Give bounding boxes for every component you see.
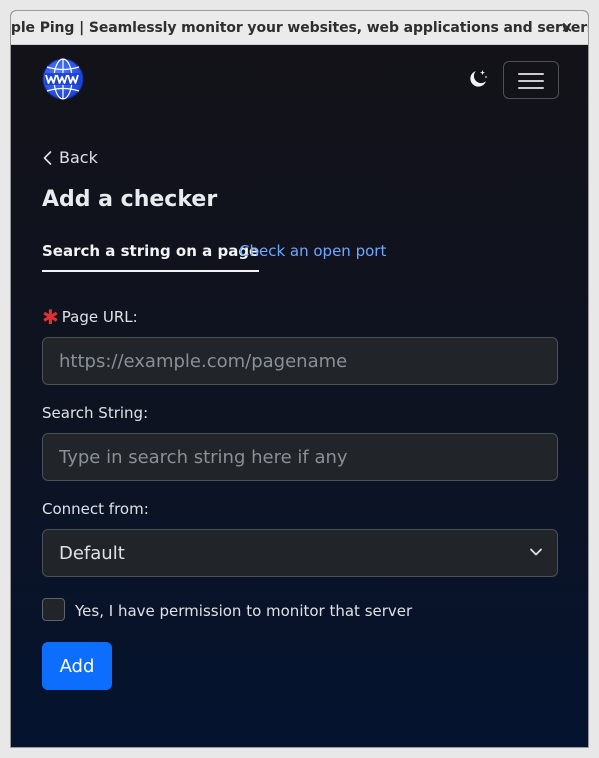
tab-open-port[interactable]: Check an open port — [239, 242, 386, 260]
tab-search-string[interactable]: Search a string on a page — [42, 242, 260, 272]
back-label: Back — [59, 148, 98, 167]
close-icon[interactable]: × — [558, 18, 576, 36]
required-icon: ✱ — [42, 305, 59, 329]
permission-label[interactable]: Yes, I have permission to monitor that s… — [75, 602, 412, 620]
page-url-label: ✱ Page URL: — [42, 307, 138, 327]
back-link[interactable]: Back — [43, 148, 98, 167]
browser-window: Simple Ping | Seamlessly monitor your we… — [10, 10, 589, 748]
add-button[interactable]: Add — [42, 642, 112, 690]
connect-from-selected: Default — [59, 542, 125, 564]
window-title: Simple Ping | Seamlessly monitor your we… — [10, 19, 589, 36]
page-url-input[interactable] — [42, 337, 558, 385]
permission-checkbox[interactable] — [42, 598, 65, 621]
chevron-down-icon — [530, 548, 542, 556]
navbar-menu-button[interactable] — [503, 61, 559, 99]
page-title: Add a checker — [42, 187, 218, 212]
page-url-label-text: Page URL: — [61, 308, 138, 326]
page-content: Back Add a checker Search a string on a … — [11, 46, 588, 747]
connect-from-select[interactable]: Default — [42, 529, 558, 577]
search-string-input[interactable] — [42, 433, 558, 481]
globe-www-icon[interactable] — [42, 58, 84, 100]
moon-stars-icon[interactable] — [467, 68, 489, 90]
chevron-left-icon — [43, 150, 52, 165]
connect-from-label: Connect from: — [42, 500, 149, 518]
window-titlebar: Simple Ping | Seamlessly monitor your we… — [11, 11, 588, 45]
search-string-label: Search String: — [42, 404, 149, 422]
